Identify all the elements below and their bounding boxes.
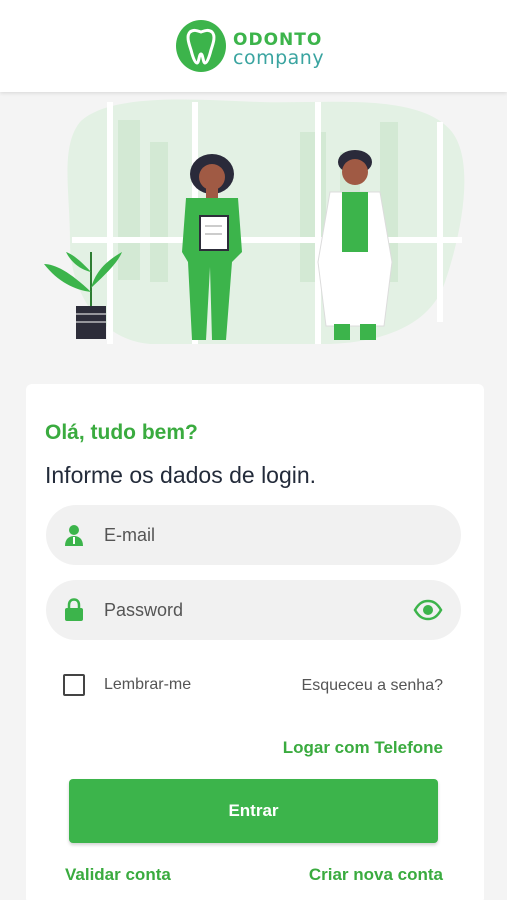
- app-header: ODONTO company: [0, 0, 507, 92]
- lock-icon: [64, 598, 84, 622]
- email-field: [46, 505, 461, 565]
- brand-logo: ODONTO company: [176, 20, 336, 74]
- validate-account-link[interactable]: Validar conta: [65, 865, 171, 885]
- password-input[interactable]: [104, 580, 424, 640]
- brand-name-line2: company: [233, 47, 325, 69]
- email-input[interactable]: [104, 505, 424, 565]
- remember-checkbox[interactable]: [63, 674, 85, 696]
- user-icon: [64, 523, 84, 547]
- remember-label: Lembrar-me: [104, 676, 192, 693]
- greeting-text: Olá, tudo bem?: [45, 421, 198, 444]
- eye-icon[interactable]: [413, 598, 443, 622]
- password-field: [46, 580, 461, 640]
- forgot-password-link[interactable]: Esqueceu a senha?: [302, 677, 443, 695]
- tooth-logo-icon: [176, 20, 226, 72]
- hero-illustration: [44, 99, 465, 344]
- create-account-link[interactable]: Criar nova conta: [309, 865, 443, 885]
- enter-button[interactable]: Entrar: [69, 779, 438, 843]
- login-subtitle: Informe os dados de login.: [45, 462, 317, 488]
- remember-me[interactable]: Lembrar-me: [63, 674, 191, 696]
- phone-login-link[interactable]: Logar com Telefone: [283, 738, 443, 758]
